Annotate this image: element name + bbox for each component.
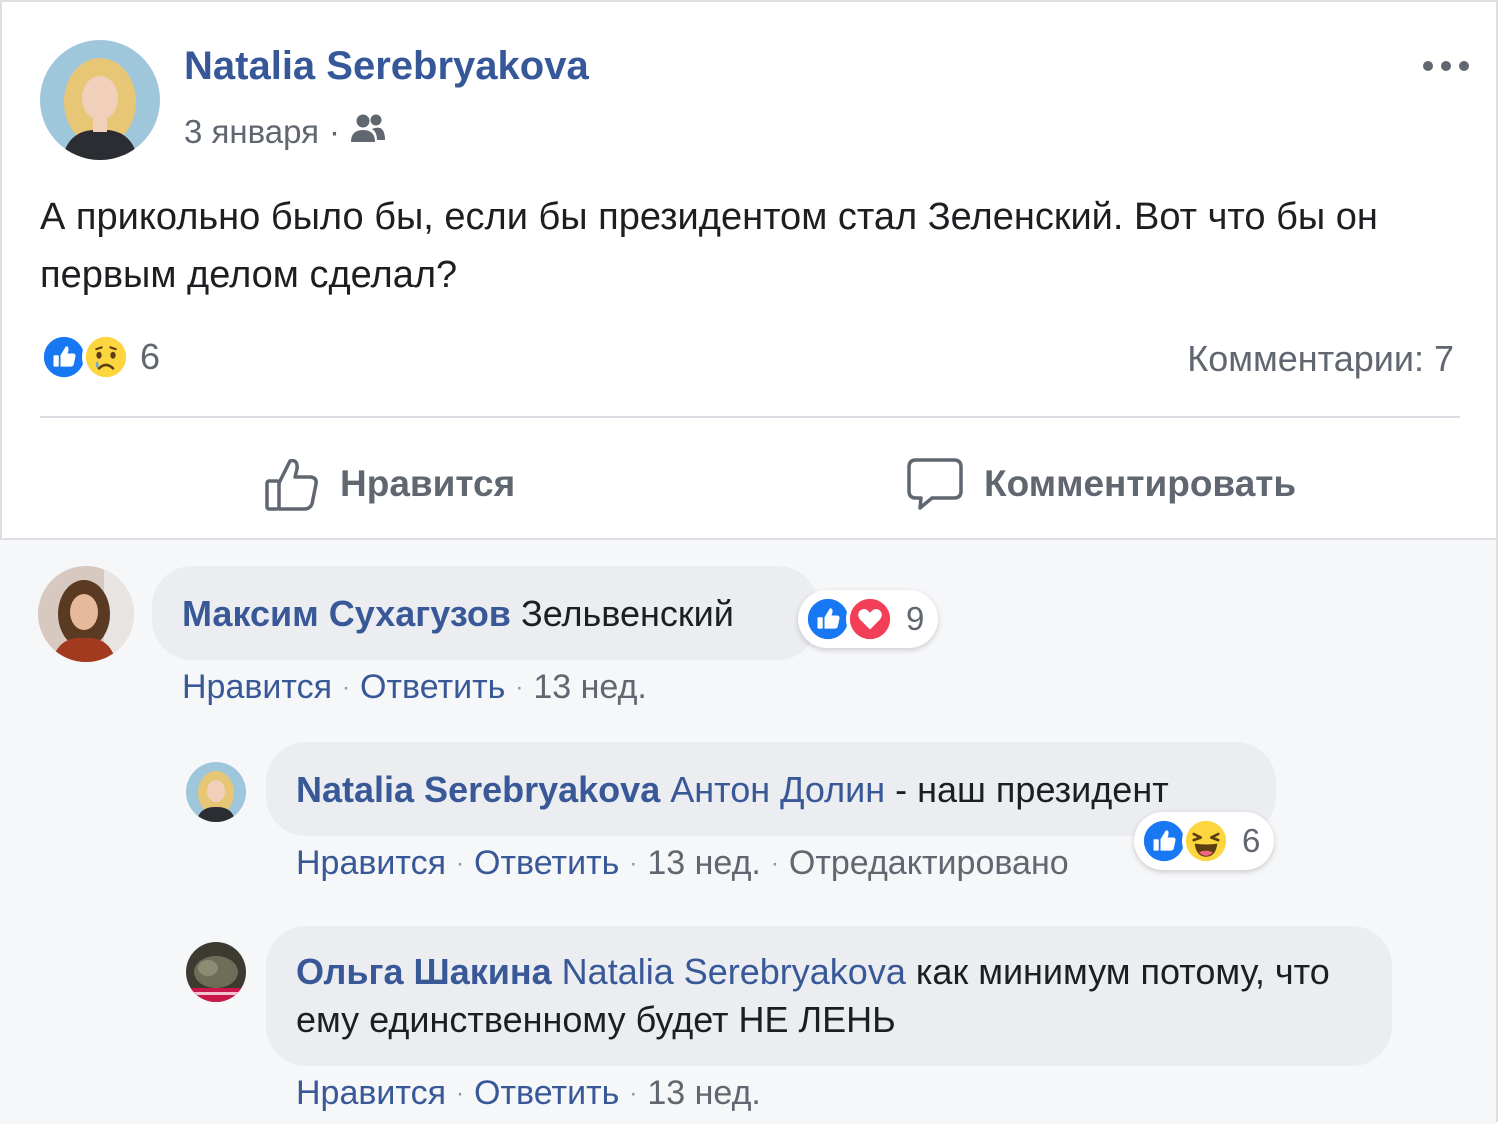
comments-count[interactable]: Комментарии: 7 — [1187, 338, 1454, 380]
like-icon — [804, 595, 852, 643]
separator-dot: · — [456, 849, 465, 877]
comment-button[interactable]: Комментировать — [906, 442, 1296, 526]
reply-mention[interactable]: Антон Долин — [670, 769, 885, 810]
friends-audience-icon[interactable] — [350, 112, 386, 152]
reply-like-link[interactable]: Нравится — [296, 1074, 446, 1113]
reply-reactions[interactable]: 6 — [1134, 812, 1275, 870]
reply-avatar[interactable] — [186, 942, 246, 1002]
reply-time[interactable]: 13 нед. — [647, 1074, 761, 1113]
reply-bubble: Ольга Шакина Natalia Serebryakova как ми… — [266, 926, 1392, 1066]
reply-mention[interactable]: Natalia Serebryakova — [562, 951, 906, 992]
reply-like-link[interactable]: Нравится — [296, 844, 446, 883]
post-author-name[interactable]: Natalia Serebryakova — [184, 44, 589, 89]
like-button[interactable]: Нравится — [264, 442, 515, 526]
comment-reply-link[interactable]: Ответить — [360, 668, 505, 707]
reply-avatar[interactable] — [186, 762, 246, 822]
post-meta: 3 января · — [184, 110, 386, 154]
like-button-label: Нравится — [340, 463, 516, 504]
comment-bubble-icon — [906, 457, 964, 511]
comment-bubble: Максим Сухагузов Зельвенский — [152, 566, 818, 660]
thumbs-up-icon — [264, 455, 320, 513]
reply-actions: Нравится · Ответить · 13 нед. — [296, 1074, 761, 1113]
like-icon — [40, 333, 88, 381]
comment-actions: Нравится · Ответить · 13 нед. — [182, 668, 647, 707]
comment-like-link[interactable]: Нравится — [182, 668, 332, 707]
reply-edited-label[interactable]: Отредактировано — [789, 844, 1069, 883]
post-reaction-count: 6 — [140, 336, 161, 377]
comment-reactions[interactable]: 9 — [798, 590, 939, 648]
comment-reaction-count: 9 — [906, 600, 925, 637]
more-options-icon[interactable] — [1420, 56, 1472, 76]
comment-button-label: Комментировать — [984, 463, 1297, 504]
comment-author[interactable]: Максим Сухагузов — [182, 593, 511, 634]
like-icon — [1140, 817, 1188, 865]
post-text: А прикольно было бы, если бы президентом… — [40, 196, 1378, 296]
post-date[interactable]: 3 января — [184, 113, 319, 151]
reply-author[interactable]: Ольга Шакина — [296, 951, 552, 992]
separator-dot: · — [515, 673, 524, 701]
reply-reply-link[interactable]: Ответить — [474, 844, 619, 883]
reply-reaction-count: 6 — [1242, 822, 1261, 859]
love-icon — [846, 595, 894, 643]
reply-actions: Нравится · Ответить · 13 нед. · Отредакт… — [296, 844, 1069, 883]
meta-separator: · — [328, 113, 340, 150]
comment-text: Зельвенский — [520, 593, 734, 634]
reply-time[interactable]: 13 нед. — [647, 844, 761, 883]
separator-dot: · — [629, 1079, 638, 1107]
reply-text: - наш президент — [895, 769, 1169, 810]
haha-icon — [1182, 817, 1230, 865]
author-avatar[interactable] — [40, 40, 160, 160]
reply-author[interactable]: Natalia Serebryakova — [296, 769, 660, 810]
separator-dot: · — [456, 1079, 465, 1107]
reply-bubble: Natalia Serebryakova Антон Долин - наш п… — [266, 742, 1276, 836]
separator-dot: · — [770, 849, 779, 877]
reply-reply-link[interactable]: Ответить — [474, 1074, 619, 1113]
sad-icon — [82, 333, 130, 381]
comment-time[interactable]: 13 нед. — [533, 668, 647, 707]
divider — [40, 416, 1460, 418]
separator-dot: · — [342, 673, 351, 701]
separator-dot: · — [629, 849, 638, 877]
post-reactions-summary[interactable]: 6 — [40, 332, 160, 382]
commenter-avatar[interactable] — [38, 566, 134, 662]
